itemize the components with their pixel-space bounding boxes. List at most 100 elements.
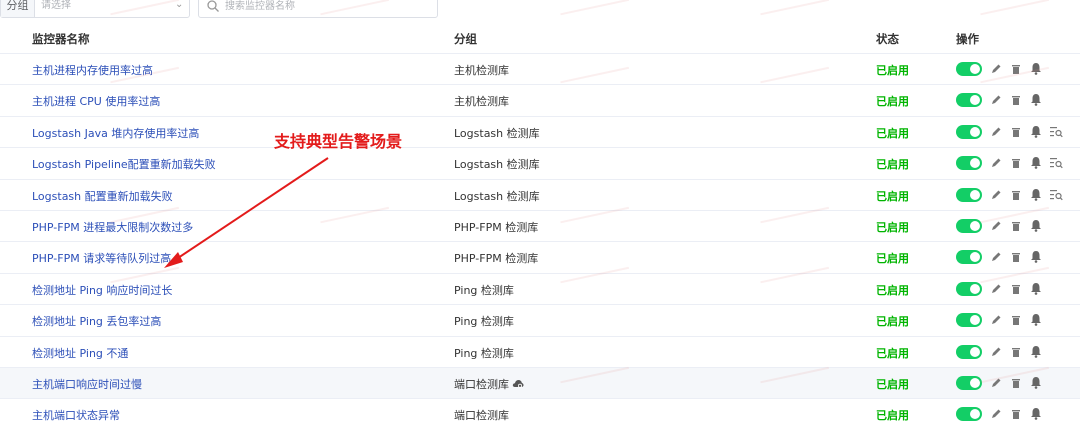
pencil-icon[interactable] [990, 314, 1002, 326]
enable-toggle[interactable] [956, 218, 982, 233]
bell-icon[interactable] [1030, 407, 1042, 421]
search-box[interactable] [198, 0, 438, 18]
trash-icon[interactable] [1010, 314, 1022, 326]
bell-icon[interactable] [1030, 313, 1042, 326]
pencil-icon[interactable] [990, 63, 1002, 75]
group-cell: 端口检测库 [454, 407, 509, 423]
table-body: 主机进程内存使用率过高 主机检测库 已启用 主机进程 CPU 使用率过高 主机检测库 已启… [0, 54, 1080, 427]
group-select-prefix: 分组 [1, 0, 35, 17]
monitor-name-link[interactable]: 主机进程 CPU 使用率过高 [32, 93, 160, 109]
enable-toggle[interactable] [956, 156, 982, 171]
row-actions [956, 218, 1076, 233]
list-search-icon[interactable] [1050, 157, 1063, 169]
status-badge: 已启用 [876, 283, 909, 297]
enable-toggle[interactable] [956, 344, 982, 359]
status-badge: 已启用 [876, 220, 909, 234]
bell-icon[interactable] [1030, 282, 1042, 295]
monitor-name-link[interactable]: PHP-FPM 进程最大限制次数过多 [32, 219, 193, 235]
monitor-name-link[interactable]: Logstash 配置重新加载失败 [32, 188, 173, 204]
pencil-icon[interactable] [990, 94, 1002, 106]
bell-icon[interactable] [1030, 345, 1042, 358]
pencil-icon[interactable] [990, 251, 1002, 263]
monitor-name-link[interactable]: 主机端口响应时间过慢 [32, 376, 142, 392]
annotation-callout: 支持典型告警场景 [274, 132, 403, 151]
pencil-icon[interactable] [990, 283, 1002, 295]
monitor-name-link[interactable]: 检测地址 Ping 响应时间过长 [32, 282, 172, 298]
status-badge: 已启用 [876, 95, 909, 109]
row-actions [956, 124, 1076, 139]
trash-icon[interactable] [1010, 408, 1022, 420]
trash-icon[interactable] [1010, 94, 1022, 106]
enable-toggle[interactable] [956, 375, 982, 390]
group-select[interactable]: 分组 请选择 ⌄ [0, 0, 190, 18]
bell-icon[interactable] [1030, 219, 1042, 232]
list-search-icon[interactable] [1050, 126, 1063, 138]
pencil-icon[interactable] [990, 346, 1002, 358]
bell-icon[interactable] [1030, 125, 1042, 138]
table-row: Logstash 配置重新加载失败 Logstash 检测库 已启用 [0, 180, 1080, 211]
monitor-name-link[interactable]: 检测地址 Ping 丢包率过高 [32, 313, 161, 329]
enable-toggle[interactable] [956, 407, 982, 422]
trash-icon[interactable] [1010, 189, 1022, 201]
group-label: PHP-FPM 检测库 [454, 252, 539, 266]
group-cell: Logstash 检测库 [454, 188, 540, 204]
status-badge: 已启用 [876, 126, 909, 140]
group-label: Ping 检测库 [454, 315, 514, 329]
enable-toggle[interactable] [956, 62, 982, 76]
group-cell: Logstash 检测库 [454, 156, 540, 172]
enable-toggle[interactable] [956, 281, 982, 296]
trash-icon[interactable] [1010, 220, 1022, 232]
bell-icon[interactable] [1030, 156, 1042, 169]
row-actions [956, 62, 1076, 76]
group-cell: Ping 检测库 [454, 345, 514, 361]
group-cell: 主机检测库 [454, 62, 509, 78]
list-search-icon[interactable] [1050, 189, 1063, 201]
table-row: 主机端口响应时间过慢 端口检测库 已启用 [0, 367, 1080, 400]
group-cell: PHP-FPM 检测库 [454, 219, 538, 235]
enable-toggle[interactable] [956, 250, 982, 265]
monitor-name-link[interactable]: 主机进程内存使用率过高 [32, 62, 153, 78]
group-cell: PHP-FPM 检测库 [454, 250, 538, 266]
search-input[interactable] [225, 0, 425, 17]
group-label: Logstash 检测库 [454, 158, 540, 172]
enable-toggle[interactable] [956, 313, 982, 328]
pencil-icon[interactable] [990, 377, 1002, 389]
monitor-name-link[interactable]: PHP-FPM 请求等待队列过高 [32, 250, 171, 266]
trash-icon[interactable] [1010, 283, 1022, 295]
table-row: Logstash Java 堆内存使用率过高 Logstash 检测库 已启用 [0, 117, 1080, 149]
trash-icon[interactable] [1010, 126, 1022, 138]
group-label: Logstash 检测库 [454, 126, 540, 140]
pencil-icon[interactable] [990, 408, 1002, 420]
pencil-icon[interactable] [990, 157, 1002, 169]
pencil-icon[interactable] [990, 220, 1002, 232]
trash-icon[interactable] [1010, 346, 1022, 358]
monitor-name-link[interactable]: Logstash Java 堆内存使用率过高 [32, 125, 199, 141]
table-row: 主机进程内存使用率过高 主机检测库 已启用 [0, 54, 1080, 86]
bell-icon[interactable] [1030, 250, 1042, 264]
bell-icon[interactable] [1030, 188, 1042, 201]
group-label: Ping 检测库 [454, 346, 514, 360]
monitor-name-link[interactable]: Logstash Pipeline配置重新加载失败 [32, 156, 216, 172]
enable-toggle[interactable] [956, 93, 982, 108]
table-row: 主机端口状态异常 端口检测库 已启用 [0, 399, 1080, 427]
cloud-gear-icon [512, 378, 524, 389]
trash-icon[interactable] [1010, 377, 1022, 389]
monitor-name-link[interactable]: 检测地址 Ping 不通 [32, 345, 128, 361]
header-monitor-name: 监控器名称 [32, 32, 90, 46]
pencil-icon[interactable] [990, 189, 1002, 201]
trash-icon[interactable] [1010, 157, 1022, 169]
group-cell: Logstash 检测库 [454, 125, 540, 141]
search-icon [207, 0, 219, 12]
pencil-icon[interactable] [990, 126, 1002, 138]
row-actions [956, 407, 1076, 422]
bell-icon[interactable] [1030, 62, 1042, 75]
monitor-name-link[interactable]: 主机端口状态异常 [32, 407, 120, 423]
trash-icon[interactable] [1010, 251, 1022, 263]
enable-toggle[interactable] [956, 187, 982, 202]
bell-icon[interactable] [1030, 376, 1042, 389]
trash-icon[interactable] [1010, 63, 1022, 75]
bell-icon[interactable] [1030, 93, 1042, 107]
group-label: 主机检测库 [454, 64, 509, 77]
enable-toggle[interactable] [956, 124, 982, 139]
group-select-placeholder: 请选择 [41, 0, 71, 11]
